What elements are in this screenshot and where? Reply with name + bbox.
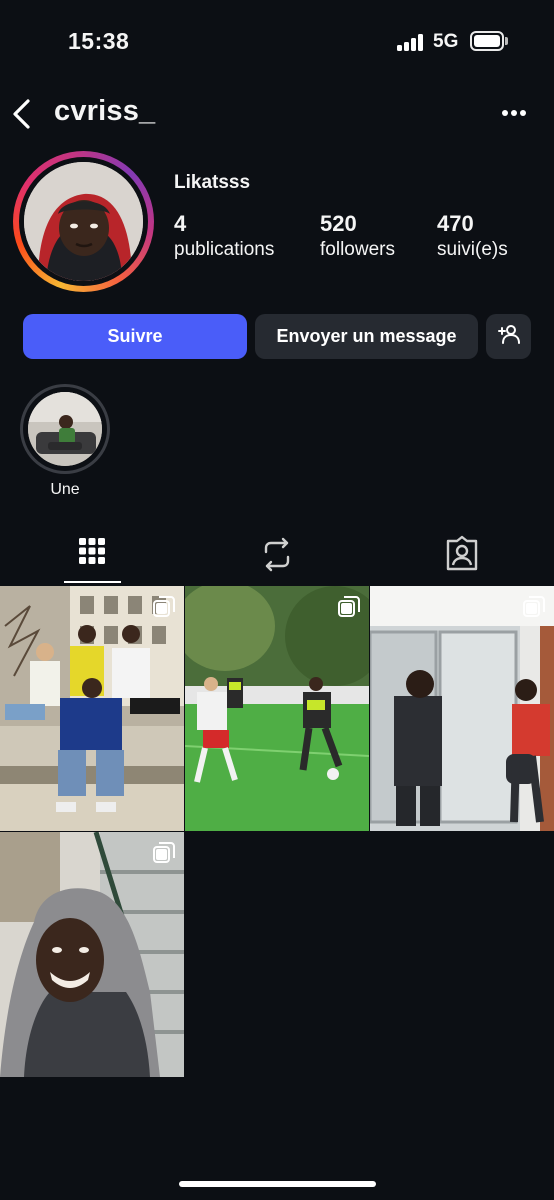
cellular-signal-icon [397,33,425,51]
stat-value: 470 [437,211,474,236]
multiple-photos-icon [523,596,545,618]
grid-icon [67,538,117,582]
repost-icon [252,537,302,582]
stat-value: 4 [174,211,187,236]
battery-icon [470,31,508,51]
active-tab-indicator [64,581,121,583]
home-indicator[interactable] [179,1181,376,1187]
profile-avatar[interactable] [13,151,154,292]
multiple-photos-icon [338,596,360,618]
stat-value: 520 [320,211,357,236]
stat-followers[interactable]: 520 followers [320,211,395,261]
post-thumbnail[interactable] [0,832,184,1077]
status-bar: 15:38 5G [0,0,554,80]
add-person-icon [497,324,520,349]
tab-reposts[interactable] [252,532,302,578]
post-thumbnail[interactable] [370,586,554,831]
story-highlight[interactable] [20,384,110,474]
post-thumbnail[interactable] [185,586,369,831]
avatar-photo [24,162,143,281]
profile-display-name: Likatsss [174,172,251,193]
tab-tagged[interactable] [437,532,487,578]
highlight-cover-photo [28,392,102,466]
tab-posts-grid[interactable] [67,532,117,578]
post-thumbnail[interactable] [0,586,184,831]
stat-label: suivi(e)s [437,239,508,260]
highlight-label: Une [50,481,80,498]
tagged-person-icon [437,535,487,582]
multiple-photos-icon [153,596,175,618]
stat-label: publications [174,239,275,260]
send-message-button[interactable]: Envoyer un message [255,314,478,359]
stat-label: followers [320,239,395,260]
status-time: 15:38 [68,28,130,54]
back-arrow-icon[interactable] [10,98,36,130]
profile-username: cvriss_ [54,95,156,127]
stat-following[interactable]: 470 suivi(e)s [437,211,508,261]
network-type: 5G [433,31,459,52]
stat-publications[interactable]: 4 publications [174,211,274,261]
more-options-icon[interactable] [500,110,528,118]
suggested-accounts-button[interactable] [486,314,531,359]
follow-button[interactable]: Suivre [23,314,247,359]
multiple-photos-icon [153,842,175,864]
